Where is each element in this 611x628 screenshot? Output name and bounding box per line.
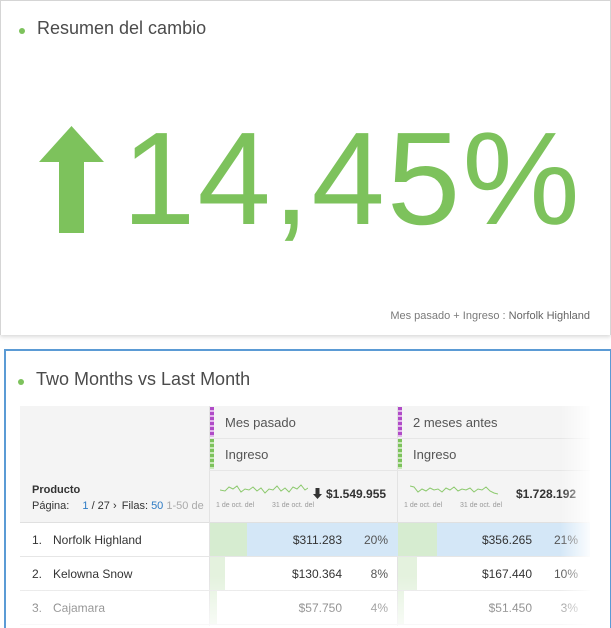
row-percent: 20%: [363, 533, 388, 547]
metric-color-bar: [398, 439, 402, 469]
metric-header-1[interactable]: Ingreso: [225, 447, 268, 462]
sparkline-end-label: 31 de oct. del: [272, 502, 315, 509]
summary-footnote: Mes pasado + Ingreso : Norfolk Highland: [390, 310, 590, 322]
row-range: 1-50 de: [166, 500, 204, 512]
table-title[interactable]: Two Months vs Last Month: [36, 369, 250, 390]
sparkline-end-label: 31 de oct. del: [460, 502, 503, 509]
pager: Página: 1 / 27 › Filas: 50 1-50 de: [32, 500, 204, 512]
row-value: $356.265: [481, 533, 532, 547]
footnote-item: Norfolk Highland: [508, 310, 590, 322]
sparkline-chart: [410, 485, 498, 495]
arrow-down-icon: [313, 488, 322, 499]
summary-title[interactable]: Resumen del cambio: [37, 18, 206, 39]
fade-overlay: [20, 576, 590, 626]
header-divider: [209, 470, 590, 471]
segment-header-2[interactable]: 2 meses antes: [413, 415, 498, 430]
row-name: Norfolk Highland: [53, 533, 142, 547]
dimension-header[interactable]: Producto: [32, 484, 80, 496]
metric-color-bar: [210, 439, 214, 469]
rows-per-page-select[interactable]: 50: [151, 500, 163, 512]
fade-overlay: [560, 406, 590, 626]
sparkline-start-label: 1 de oct. del: [216, 502, 255, 509]
segment-color-bar: [210, 407, 214, 437]
arrow-up-icon: [39, 125, 104, 233]
metric-header-2[interactable]: Ingreso: [413, 447, 456, 462]
summary-value-block: 14,45%: [39, 105, 582, 252]
freeform-table: Mes pasado Ingreso 2 meses antes Ingreso…: [20, 406, 590, 626]
next-page-icon[interactable]: ›: [113, 500, 117, 512]
segment-color-bar: [398, 407, 402, 437]
page-label: Página:: [32, 500, 70, 512]
segment-header-1[interactable]: Mes pasado: [225, 415, 296, 430]
change-percentage: 14,45%: [122, 105, 582, 252]
title-dot-icon: [18, 379, 24, 385]
summary-panel: Resumen del cambio 14,45% Mes pasado + I…: [0, 0, 611, 335]
row-index: 1.: [32, 533, 43, 547]
footnote-separator: :: [502, 310, 506, 322]
percentage-bar: [398, 523, 437, 557]
column-total: $1.549.955: [326, 487, 387, 501]
footnote-metric: Mes pasado + Ingreso: [390, 310, 500, 322]
sparkline-start-label: 1 de oct. del: [404, 502, 443, 509]
table-title-row: Two Months vs Last Month: [18, 366, 250, 392]
title-dot-icon: [19, 28, 25, 34]
row-value: $311.283: [292, 533, 342, 547]
rows-label: Filas:: [121, 500, 148, 512]
percentage-bar: [210, 523, 247, 557]
summary-title-row: Resumen del cambio: [19, 15, 206, 41]
sparkline-chart: [220, 484, 308, 494]
page-total: / 27: [91, 500, 110, 512]
table-row[interactable]: 1.Norfolk Highland$311.28320%$356.26521%: [20, 523, 590, 557]
page-number-input[interactable]: 1: [82, 500, 88, 512]
